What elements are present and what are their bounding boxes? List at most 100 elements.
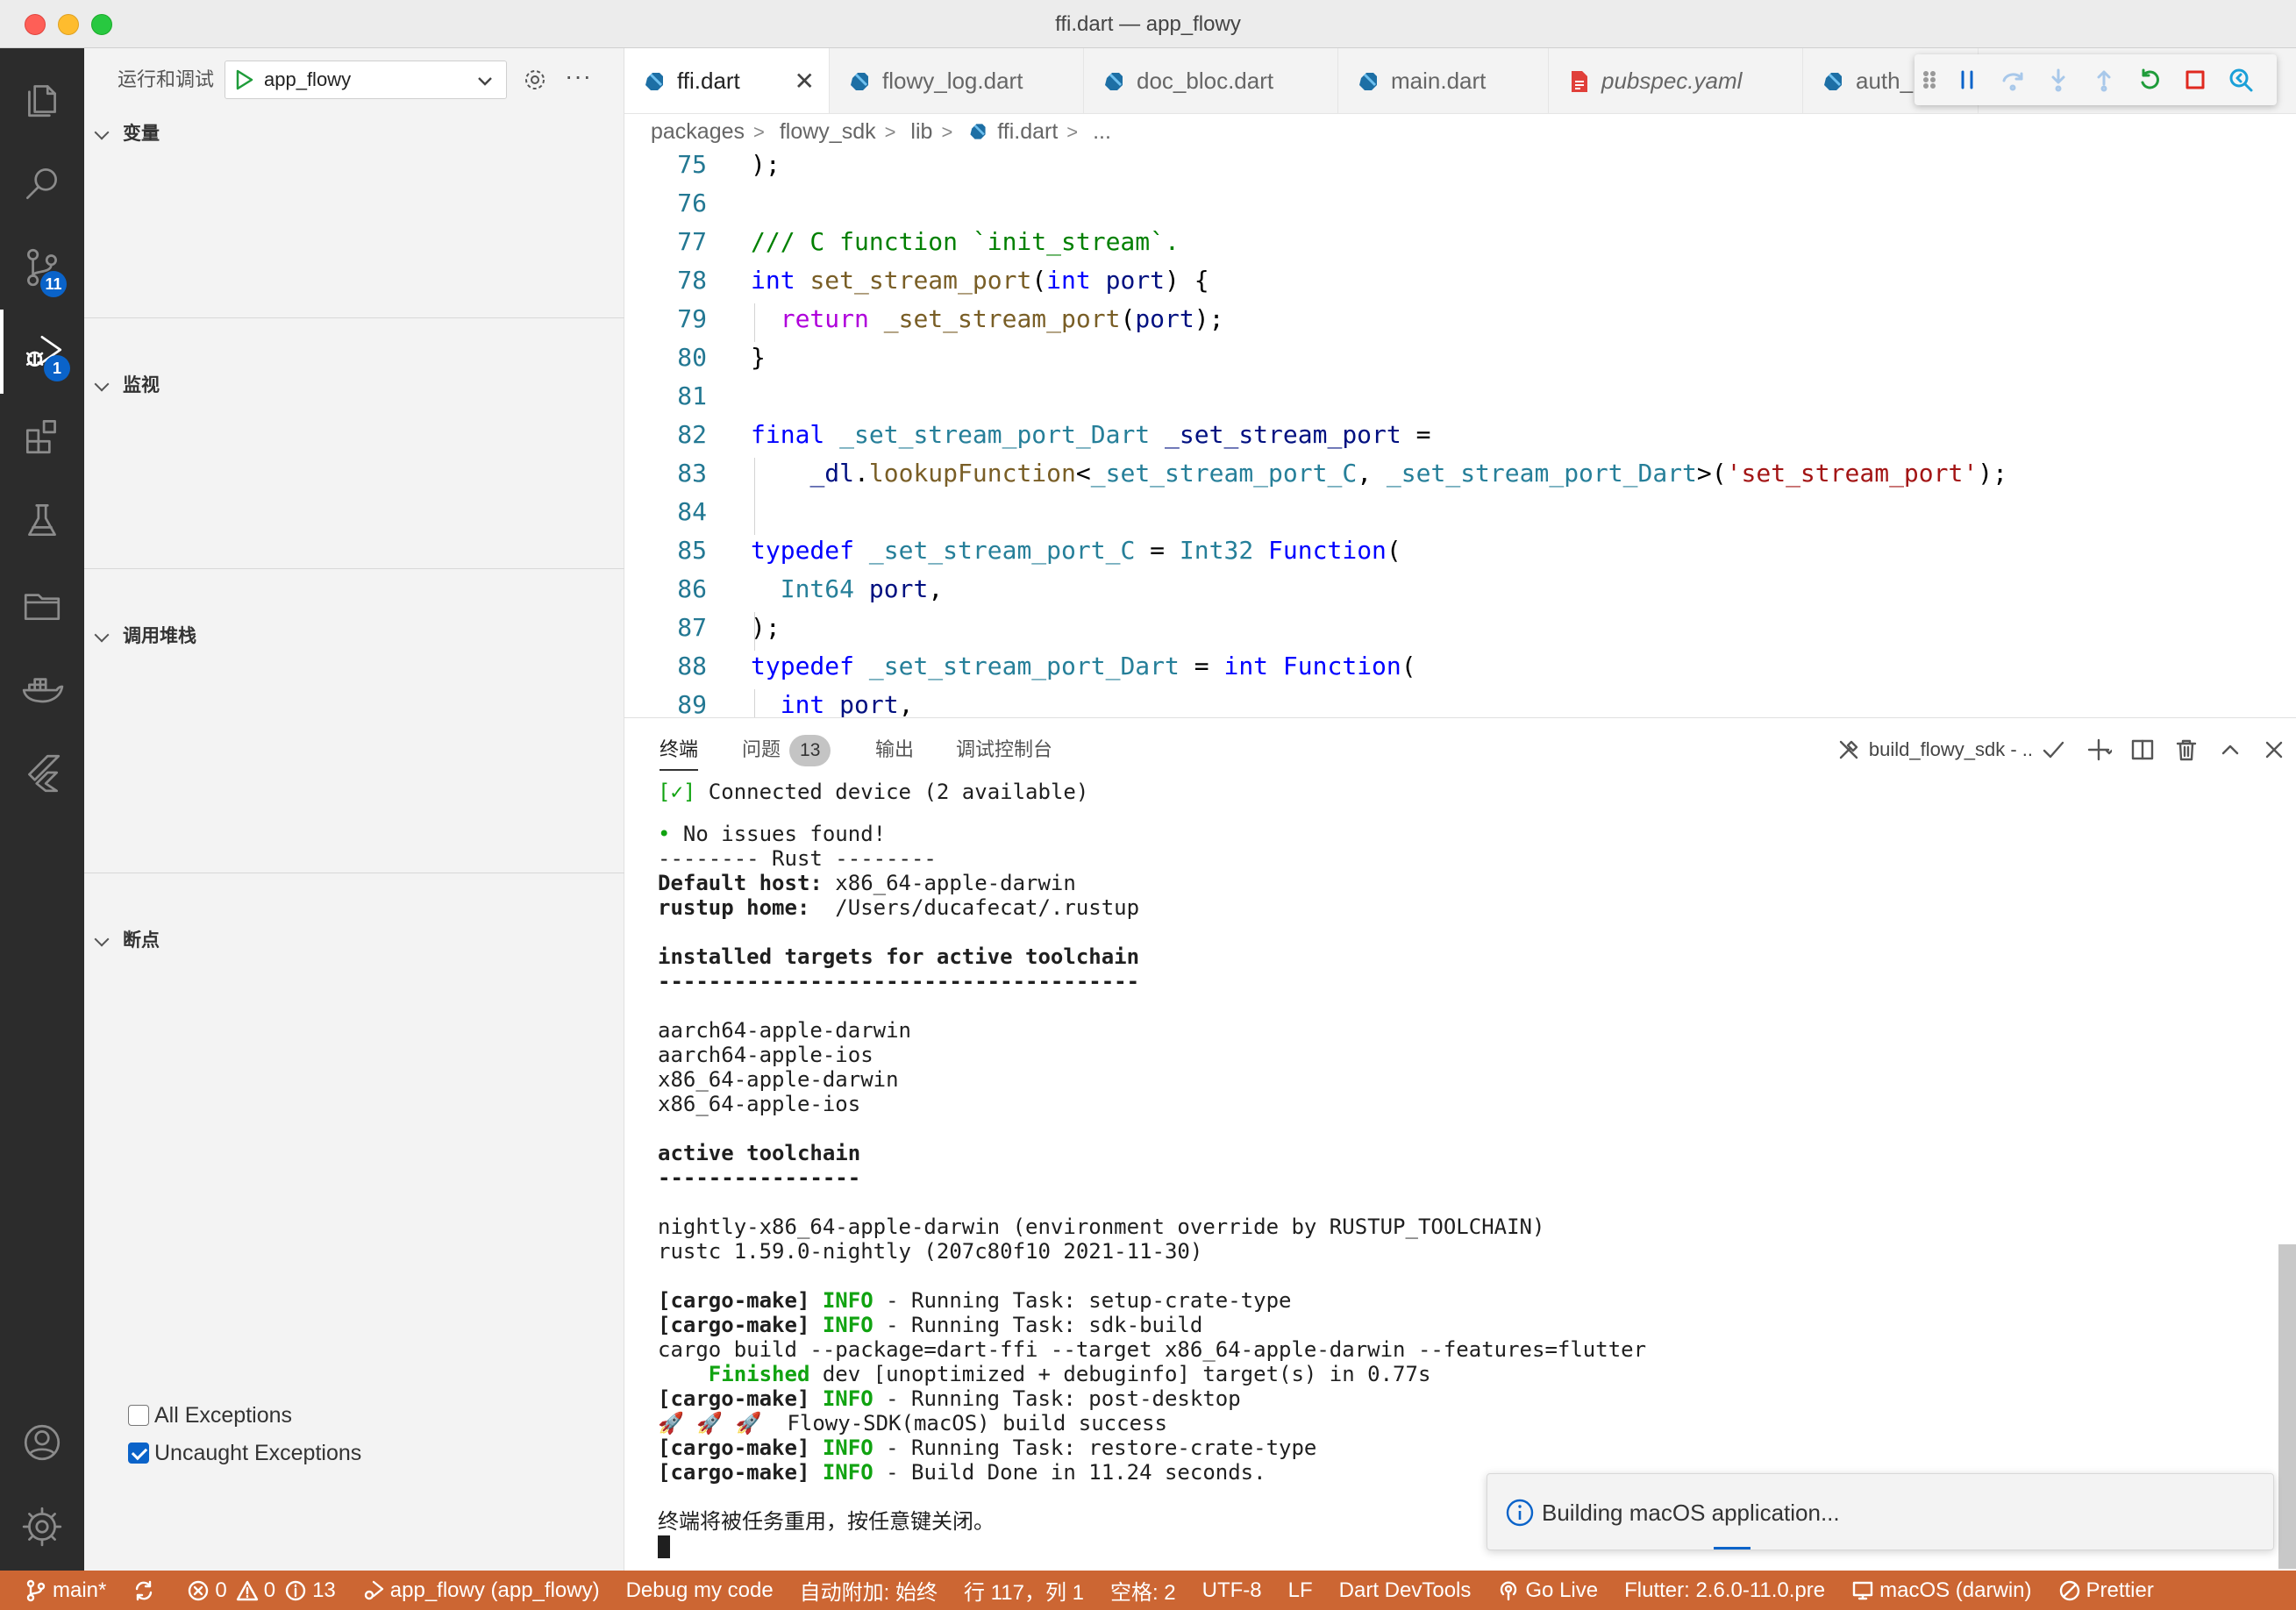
more-actions-icon[interactable]: ···	[565, 62, 592, 90]
terminal-scrollbar[interactable]	[2278, 1244, 2296, 1569]
run-toolbar: 运行和调试 app_flowy ···	[84, 48, 624, 111]
step-into-icon[interactable]	[2036, 54, 2081, 105]
stop-icon[interactable]	[2172, 54, 2218, 105]
breadcrumb-item[interactable]: flowy_sdk	[780, 114, 876, 149]
terminal-output[interactable]: [✓] Connected device (2 available) • No i…	[658, 780, 2254, 1558]
new-terminal-icon[interactable]	[2077, 718, 2121, 781]
dart-devtools-status[interactable]: Dart DevTools	[1339, 1578, 1472, 1603]
code-text: _dl.lookupFunction<_set_stream_port_C, _…	[809, 459, 2007, 488]
settings-gear-icon[interactable]	[0, 1485, 84, 1569]
extensions-icon[interactable]	[0, 394, 84, 478]
breadcrumb-item[interactable]: ...	[1093, 114, 1111, 149]
run-debug-icon[interactable]: 1	[0, 310, 84, 394]
go-live-status[interactable]: Go Live	[1497, 1578, 1598, 1603]
uncaught-exceptions-checkbox[interactable]	[128, 1443, 149, 1464]
tab-main-dart[interactable]: main.dart	[1338, 48, 1549, 113]
code-line[interactable]: 80}	[624, 338, 2296, 377]
sync-status[interactable]	[132, 1579, 160, 1602]
debug-mode-status[interactable]: Debug my code	[626, 1578, 774, 1603]
debug-target-status[interactable]: app_flowy (app_flowy)	[362, 1578, 600, 1603]
breadcrumb-item[interactable]: ffi.dart	[997, 114, 1058, 149]
flutter-icon[interactable]	[0, 730, 84, 815]
step-over-icon[interactable]	[1990, 54, 2036, 105]
breakpoints-section[interactable]: 断点	[84, 923, 624, 958]
call-stack-section[interactable]: 调用堆栈	[84, 619, 624, 654]
terminal-line: installed targets for active toolchain	[658, 944, 1140, 969]
watch-header[interactable]: 监视	[84, 368, 624, 403]
docker-icon[interactable]	[0, 646, 84, 730]
all-exceptions-checkbox[interactable]	[128, 1405, 149, 1426]
code-line[interactable]: 84	[624, 493, 2296, 531]
encoding-status[interactable]: UTF-8	[1202, 1578, 1262, 1603]
close-tab-icon[interactable]: ✕	[795, 67, 815, 96]
trash-icon[interactable]	[2164, 718, 2208, 781]
split-terminal-icon[interactable]	[2121, 718, 2164, 781]
close-panel-icon[interactable]	[2252, 718, 2296, 781]
breakpoints-header[interactable]: 断点	[84, 923, 624, 958]
code-line[interactable]: 79 return _set_stream_port(port);	[624, 300, 2296, 338]
call-stack-header[interactable]: 调用堆栈	[84, 619, 624, 654]
code-line[interactable]: 83 _dl.lookupFunction<_set_stream_port_C…	[624, 454, 2296, 493]
code-line[interactable]: 89 int port,	[624, 686, 2296, 717]
tab-doc-bloc-dart[interactable]: doc_bloc.dart	[1084, 48, 1338, 113]
folder-icon[interactable]	[0, 562, 84, 646]
line-number: 77	[677, 227, 707, 256]
testing-icon[interactable]	[0, 478, 84, 562]
flutter-devtools-icon[interactable]	[2218, 54, 2264, 105]
launch-config-select[interactable]: app_flowy	[225, 61, 507, 99]
variables-section[interactable]: 变量	[84, 117, 624, 152]
explorer-icon[interactable]	[0, 57, 84, 141]
device-status[interactable]: macOS (darwin)	[1851, 1578, 2032, 1603]
code-line[interactable]: 86 Int64 port,	[624, 570, 2296, 609]
pause-icon[interactable]	[1944, 54, 1990, 105]
problems-count-badge: 13	[789, 735, 831, 766]
step-out-icon[interactable]	[2081, 54, 2127, 105]
eol-status[interactable]: LF	[1288, 1578, 1313, 1603]
code-line[interactable]: 76	[624, 184, 2296, 223]
code-line[interactable]: 78 int set_stream_port(int port) {	[624, 261, 2296, 300]
breadcrumb-item[interactable]: lib	[910, 114, 932, 149]
code-line[interactable]: 77 /// C function `init_stream`.	[624, 223, 2296, 261]
account-icon[interactable]	[0, 1400, 84, 1485]
dart-icon	[645, 72, 663, 90]
maximize-panel-icon[interactable]	[2208, 718, 2252, 781]
tab-problems[interactable]: 问题 13	[742, 718, 831, 781]
code-line[interactable]: 85 typedef _set_stream_port_C = Int32 Fun…	[624, 531, 2296, 570]
search-icon[interactable]	[0, 141, 84, 225]
code-line[interactable]: 82 final _set_stream_port_Dart _set_strea…	[624, 416, 2296, 454]
indentation-status[interactable]: 空格: 2	[1110, 1575, 1176, 1606]
chevron-right-icon: >	[753, 121, 765, 143]
prettier-status[interactable]: Prettier	[2058, 1578, 2154, 1603]
variables-header[interactable]: 变量	[84, 117, 624, 152]
flutter-version-status[interactable]: Flutter: 2.6.0-11.0.pre	[1624, 1578, 1825, 1603]
breakpoint-uncaught-exceptions[interactable]: Uncaught Exceptions	[128, 1435, 361, 1471]
auto-attach-status[interactable]: 自动附加: 始终	[800, 1575, 938, 1606]
code-editor[interactable]: 75); 76 77 /// C function `init_stream`. 78 i…	[624, 149, 2296, 717]
code-line[interactable]: 87);	[624, 609, 2296, 647]
code-text: typedef _set_stream_port_C = Int32 Funct…	[751, 536, 1401, 565]
problems-status[interactable]: 0 0 13	[187, 1578, 336, 1603]
window-title: ffi.dart — app_flowy	[1055, 12, 1241, 36]
open-launch-json-gear-icon[interactable]	[521, 66, 549, 94]
breadcrumb-item[interactable]: packages	[651, 114, 745, 149]
chevron-down-icon	[478, 77, 492, 86]
source-control-icon[interactable]: 11	[0, 225, 84, 310]
start-debug-icon[interactable]	[232, 68, 255, 91]
build-notification[interactable]: Building macOS application...	[1487, 1473, 2274, 1550]
tab-ffi-dart[interactable]: ffi.dart ✕	[624, 48, 830, 113]
tab-debug-console[interactable]: 调试控制台	[956, 718, 1052, 781]
code-line[interactable]: 88 typedef _set_stream_port_Dart = int Fu…	[624, 647, 2296, 686]
terminal-task-selector[interactable]: build_flowy_sdk - ..	[1836, 737, 2066, 763]
tab-pubspec-yaml[interactable]: pubspec.yaml	[1549, 48, 1803, 113]
restart-icon[interactable]	[2127, 54, 2172, 105]
cursor-position-status[interactable]: 行 117，列 1	[964, 1575, 1084, 1606]
tab-terminal[interactable]: 终端	[660, 718, 699, 781]
watch-section[interactable]: 监视	[84, 368, 624, 403]
drag-handle-icon[interactable]	[1915, 54, 1944, 105]
branch-status[interactable]: main*	[25, 1578, 106, 1603]
code-line[interactable]: 81	[624, 377, 2296, 416]
tab-flowy-log-dart[interactable]: flowy_log.dart	[830, 48, 1084, 113]
code-line[interactable]: 75);	[624, 149, 2296, 184]
tab-output[interactable]: 输出	[875, 718, 914, 781]
breakpoint-all-exceptions[interactable]: All Exceptions	[128, 1398, 292, 1433]
